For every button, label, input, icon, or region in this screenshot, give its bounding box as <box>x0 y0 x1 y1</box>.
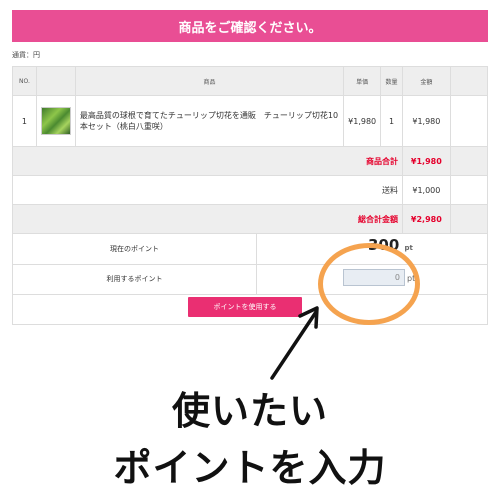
caption-line1: 使いたい <box>171 389 328 433</box>
caption-line2: ポイントを入力 <box>113 446 387 490</box>
